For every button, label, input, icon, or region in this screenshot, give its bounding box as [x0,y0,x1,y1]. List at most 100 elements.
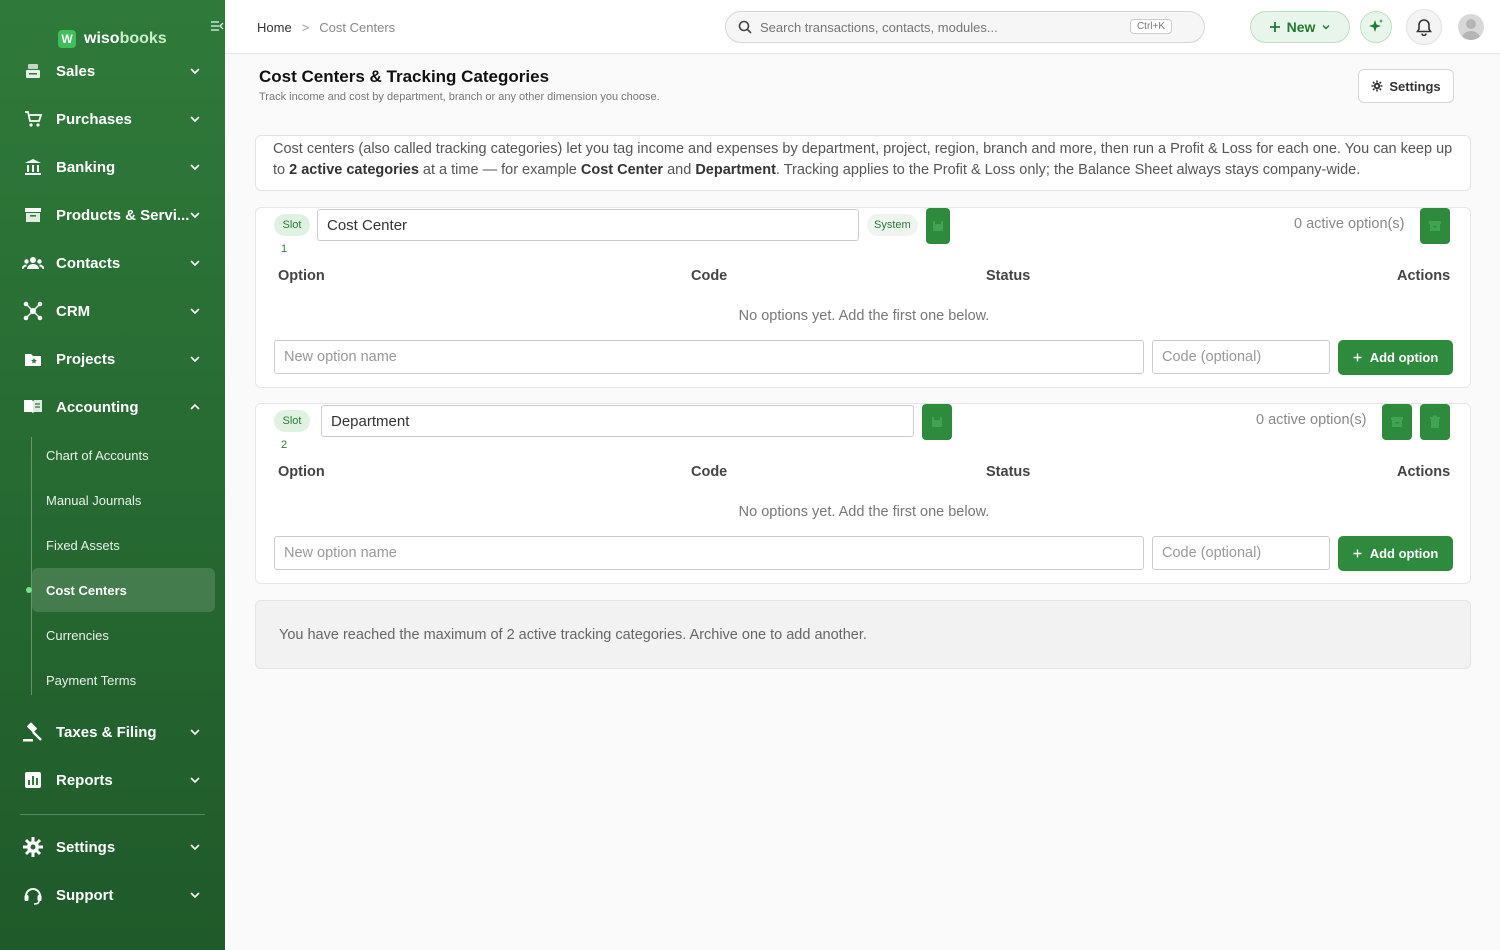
bank-icon [22,156,44,178]
headset-icon [22,884,44,906]
empty-options-message: No options yet. Add the first one below. [738,308,990,324]
chevron-down-icon [190,260,200,267]
settings-button[interactable]: Settings [1358,69,1454,103]
limit-reached-notice: You have reached the maximum of 2 active… [255,600,1471,669]
archive-icon [1429,221,1441,231]
empty-options-message: No options yet. Add the first one below. [738,504,990,520]
chevron-down-icon [190,777,200,784]
brand-name-suffix: books [119,30,167,47]
info-text-4: . Tracking applies to the Profit & Loss … [775,162,1361,178]
chevron-down-icon [190,68,200,75]
book-icon [22,396,44,418]
column-header-option: Option [278,464,325,480]
plus-icon [1353,353,1362,362]
chevron-down-icon [190,844,200,851]
breadcrumb-home[interactable]: Home [257,20,292,35]
sidebar-item-label: Support [56,886,114,904]
chevron-up-icon [190,403,200,410]
add-option-button[interactable]: Add option [1338,536,1453,571]
sidebar-item-accounting[interactable]: Accounting [0,387,225,427]
sidebar-item-label: Settings [56,838,116,856]
info-text-2: at a time — for example [418,162,581,178]
gavel-icon [22,721,44,743]
sidebar-subitem-currencies[interactable]: Currencies [32,613,215,657]
sidebar-subitem-cost-centers[interactable]: Cost Centers [32,568,215,612]
sidebar-item-label: Products & Servi... [56,206,190,224]
sidebar-item-banking[interactable]: Banking [0,147,225,187]
search-bar[interactable]: Ctrl+K [725,11,1205,43]
search-shortcut-badge: Ctrl+K [1129,19,1172,34]
chevron-down-icon [190,164,200,171]
people-icon [22,252,44,274]
sidebar-item-label: Reports [56,771,113,789]
breadcrumb-current: Cost Centers [319,20,396,35]
sidebar-item-reports[interactable]: Reports [0,760,225,800]
category-name-input[interactable] [321,405,914,437]
info-text-3: and [663,162,696,178]
search-input[interactable] [760,12,1120,42]
new-option-code-input[interactable] [1152,536,1330,570]
slot-badge: Slot [274,410,310,432]
save-name-button[interactable] [922,404,952,440]
new-option-name-input[interactable] [274,340,1144,374]
sidebar-item-purchases[interactable]: Purchases [0,99,225,139]
column-header-actions: Actions [1397,268,1451,284]
collapse-sidebar-icon[interactable] [210,20,224,35]
brand-logo[interactable]: W wisobooks [58,30,167,48]
hub-icon [22,300,44,322]
sidebar-subitem-fixed-assets[interactable]: Fixed Assets [32,523,215,567]
add-option-label: Add option [1369,546,1439,561]
column-header-option: Option [278,268,325,284]
new-option-name-input[interactable] [274,536,1144,570]
active-options-count: 0 active option(s) [1256,412,1367,428]
chevron-down-icon [190,729,200,736]
archive-category-button[interactable] [1420,208,1450,244]
column-header-code: Code [691,464,728,480]
column-header-code: Code [691,268,728,284]
sidebar-divider [20,814,205,815]
notifications-button[interactable] [1406,9,1442,45]
ai-assistant-button[interactable] [1360,11,1392,43]
sidebar-item-taxes[interactable]: Taxes & Filing [0,712,225,752]
chart-icon [22,769,44,791]
sidebar-item-contacts[interactable]: Contacts [0,243,225,283]
sidebar-item-sales[interactable]: Sales [0,51,225,91]
new-option-code-input[interactable] [1152,340,1330,374]
sidebar-item-label: Purchases [56,110,132,128]
chevron-down-icon [190,308,200,315]
info-description: Cost centers (also called tracking categ… [255,135,1471,191]
plus-icon [1269,22,1280,32]
add-option-button[interactable]: Add option [1338,340,1453,375]
chevron-down-icon [190,892,200,899]
system-badge: System [867,214,918,236]
register-icon [22,60,44,82]
delete-category-button[interactable] [1420,404,1450,440]
chevron-down-icon [190,116,200,123]
new-button[interactable]: New [1250,11,1350,43]
sidebar-item-label: Sales [56,62,96,80]
sidebar-item-crm[interactable]: CRM [0,291,225,331]
folder-star-icon [22,348,44,370]
plus-icon [1353,549,1362,558]
column-header-status: Status [986,268,1031,284]
slot-badge: Slot [274,214,310,236]
save-icon [932,417,942,427]
archive-category-button[interactable] [1382,404,1412,440]
avatar[interactable] [1458,14,1484,40]
sidebar-item-support[interactable]: Support [0,875,225,915]
sidebar-item-projects[interactable]: Projects [0,339,225,379]
info-bold-2: Cost Center [580,162,664,178]
column-header-actions: Actions [1397,464,1451,480]
sidebar-subitem-payment-terms[interactable]: Payment Terms [32,658,215,702]
category-name-input[interactable] [317,209,859,241]
page-title: Cost Centers & Tracking Categories [259,67,550,86]
sidebar-item-settings[interactable]: Settings [0,827,225,867]
info-bold-1: 2 active categories [289,162,419,178]
brand-name-prefix: wiso [84,30,120,47]
new-button-label: New [1286,19,1316,35]
sidebar-subitem-manual-journals[interactable]: Manual Journals [32,478,215,522]
sidebar-item-products[interactable]: Products & Servi... [0,195,225,235]
save-name-button[interactable] [926,208,950,244]
info-bold-3: Department [695,162,776,178]
sidebar-subitem-chart-of-accounts[interactable]: Chart of Accounts [32,433,215,477]
